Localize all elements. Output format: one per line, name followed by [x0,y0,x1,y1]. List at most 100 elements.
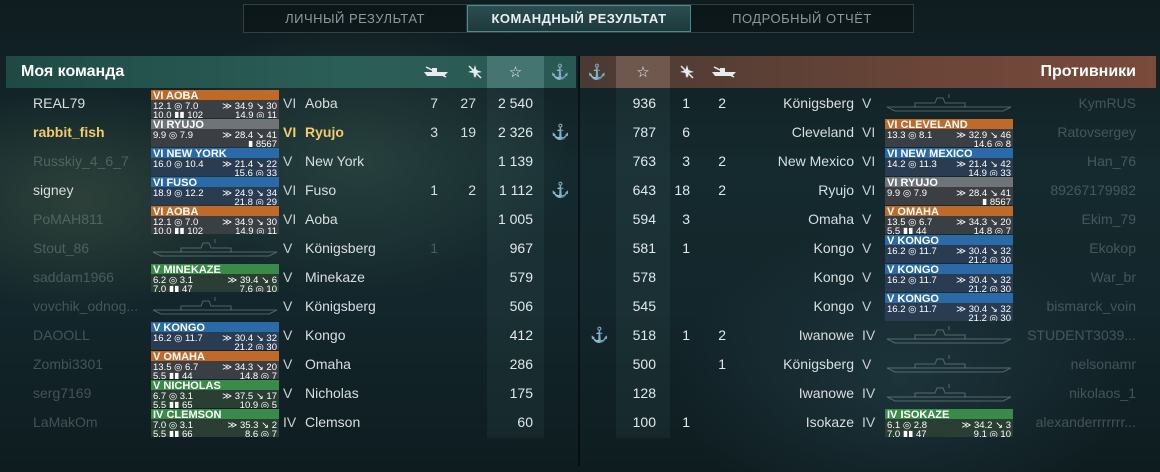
ship-stats-value: 21.2 ◎ 30 [234,342,277,350]
base-experience: 2 326 [497,124,533,140]
table-row[interactable]: Russkiy_4_6_7 VI NEW YORK 16.0 ◎ 10.4 ≫ 21.… [0,147,578,176]
player-name[interactable]: Ekim_79 [1010,205,1136,234]
table-row[interactable]: 128 Iwanowe IV nikolaos_1 [580,379,1156,408]
player-name[interactable]: Stout_86 [33,234,148,263]
table-row[interactable]: PoMAH811 VI AOBA 12.1 ◎ 7.0 ≫ 34.9 ↘ 30 10.0… [0,205,578,234]
anchor-icon [551,379,567,408]
table-row[interactable]: Stout_86 V Königsberg 1 967 [0,234,578,263]
tab-detailed-report[interactable]: ПОДРОБНЫЙ ОТЧЁТ [691,5,913,32]
tab-personal-result[interactable]: ЛИЧНЫЙ РЕЗУЛЬТАТ [244,5,467,32]
ship-kills-icon[interactable] [416,56,456,88]
ship-stats-line: 10.0 ▮▮ 102 14.9 ◎ 11 [153,227,277,234]
player-name[interactable]: nikolaos_1 [1010,379,1136,408]
ship-stats-value: 14.9 ◎ 11 [235,226,277,234]
ship-kills-icon[interactable] [704,56,744,88]
anchor-icon [590,379,606,408]
player-name[interactable]: Russkiy_4_6_7 [33,147,148,176]
table-row[interactable]: saddam1966 V MINEKAZE 6.2 ◎ 3.1 ≫ 39.4 ↘ 67… [0,263,578,292]
player-name[interactable]: Han_76 [1010,147,1136,176]
table-row[interactable]: 763 3 2 New Mexico VI VI NEW MEXICO 14.2 ◎ 11.… [580,147,1156,176]
ship-name: Ryujo [818,182,854,198]
player-name[interactable]: KymRUS [1010,89,1136,118]
table-row[interactable]: vovchik_odnog... V Königsberg 506 [0,292,578,321]
table-row[interactable]: 936 1 2 Königsberg V KymRUS [580,89,1156,118]
player-name[interactable]: rabbit_fish [33,118,148,147]
player-name[interactable]: Ekokop [1010,234,1136,263]
player-name[interactable]: bismarck_voin [1010,292,1136,321]
anchor-icon[interactable]: ⚓ [580,56,614,88]
ship-name: Aoba [305,95,338,111]
player-name[interactable]: DAOOLL [33,321,148,350]
anchor-icon [551,350,567,379]
table-row[interactable]: 581 1 Kongo V V KONGO 16.2 ◎ 11.7 ≫ 30.4 ↘ 32 2… [580,234,1156,263]
ship-stats-card: V KONGO 16.2 ◎ 11.7 ≫ 30.4 ↘ 32 21.2 ◎ 30 [885,293,1013,321]
table-row[interactable]: ⚓ 518 1 2 Iwanowe IV STUDENT3039... [580,321,1156,350]
table-row[interactable]: 578 Kongo V V KONGO 16.2 ◎ 11.7 ≫ 30.4 ↘ 32 21… [580,263,1156,292]
player-name[interactable]: Ratovsergey [1010,118,1136,147]
player-name[interactable]: LaMakOm [33,408,148,437]
ship-stats-card: V OMAHA 13.5 ◎ 6.7 ≫ 34.3 ↘ 20 5.5 ▮▮ 44 14.… [151,351,279,379]
ship-stats-card: VI RYUJO 9.9 ◎ 7.9 ≫ 28.4 ↘ 41 ▮ 8567 [885,177,1013,205]
ships-destroyed [704,263,726,292]
player-name[interactable]: Zombi3301 [33,350,148,379]
player-name[interactable]: serg7169 [33,379,148,408]
star-icon[interactable]: ☆ [487,56,544,88]
ship-stats-value: 16.2 ◎ 11.7 [153,333,203,344]
player-name[interactable]: saddam1966 [33,263,148,292]
anchor-icon [551,263,567,292]
ship-stats-value: 16.2 ◎ 11.7 [887,246,937,257]
table-row[interactable]: Zombi3301 V OMAHA 13.5 ◎ 6.7 ≫ 34.3 ↘ 20 5.5… [0,350,578,379]
table-row[interactable]: signey VI FUSO 18.9 ◎ 12.2 ≫ 24.9 ↘ 34 21.8 … [0,176,578,205]
ship-tier: VI [862,153,876,169]
star-icon[interactable]: ☆ [616,56,670,88]
player-name[interactable]: 89267179982 [1010,176,1136,205]
table-row[interactable]: REAL79 VI AOBA 12.1 ◎ 7.0 ≫ 34.9 ↘ 30 10.0 ▮… [0,89,578,118]
player-name[interactable]: signey [33,176,148,205]
ship-stats-line: 7.0 ▮▮ 47 9.1 ◎ 10 [887,430,1011,437]
table-row[interactable]: 545 Kongo V V KONGO 16.2 ◎ 11.7 ≫ 30.4 ↘ 32 21… [580,292,1156,321]
ship-name: New York [305,153,365,169]
enemy-team-title: Противники [1040,63,1137,80]
player-name[interactable]: War_br [1010,263,1136,292]
player-name[interactable]: alexanderrrrrrr... [1010,408,1136,437]
base-experience: 579 [509,269,533,285]
anchor-icon [551,321,567,350]
ship-stats-line: ▮ 8567 [887,198,1011,205]
ship-stats-value: 14.9 ◎ 11 [235,110,277,118]
table-row[interactable]: 500 1 Königsberg Vnelsonamr [580,350,1156,379]
anchor-icon[interactable]: ⚓ [544,56,576,88]
tab-team-result[interactable]: КОМАНДНЫЙ РЕЗУЛЬТАТ [467,5,691,32]
player-name[interactable]: vovchik_odnog... [33,292,148,321]
ship-stats-value: 21.2 ◎ 30 [968,284,1011,292]
ship-stats-value: 14.6 ◎ 8 [973,139,1011,147]
anchor-icon: ⚓ [551,182,570,199]
ship-stats-card: VI RYUJO 9.9 ◎ 7.9 ≫ 28.4 ↘ 41 ▮ 8567 [151,119,279,147]
ships-destroyed [412,379,438,408]
table-row[interactable]: 643 18 2 Ryujo VI VI RYUJO 9.9 ◎ 7.9 ≫ 28.4 ↘ 4… [580,176,1156,205]
table-row[interactable]: 100 1 Isokaze IV IV ISOKAZE 6.1 ◎ 2.8 ≫ 34.2 ↘… [580,408,1156,437]
base-experience: 1 005 [497,211,533,227]
table-row[interactable]: serg7169 V NICHOLAS 6.7 ◎ 3.1 ≫ 37.5 ↘ 17 5.… [0,379,578,408]
player-name[interactable]: REAL79 [33,89,148,118]
table-row[interactable]: 594 3 Omaha V V OMAHA 13.5 ◎ 6.7 ≫ 34.3 ↘ 20 5.… [580,205,1156,234]
plane-kills-icon[interactable] [670,56,704,88]
ship-tier: V [862,211,872,227]
ship-name: Kongo [813,269,854,285]
player-name[interactable]: STUDENT3039... [1010,321,1136,350]
ships-destroyed [412,147,438,176]
table-row[interactable]: 787 6 Cleveland VI VI CLEVELAND 13.3 ◎ 8.1 ≫ 3… [580,118,1156,147]
table-row[interactable]: rabbit_fish VI RYUJO 9.9 ◎ 7.9 ≫ 28.4 ↘ 41 ▮… [0,118,578,147]
ship-name: New Mexico [777,153,854,169]
ship-tier: V [862,240,872,256]
table-row[interactable]: LaMakOm IV CLEMSON 7.0 ◎ 3.1 ≫ 35.3 ↘ 2 5.5 … [0,408,578,437]
base-experience: 545 [632,298,656,314]
ship-stats-card: IV CLEMSON 7.0 ◎ 3.1 ≫ 35.3 ↘ 2 5.5 ▮▮ 66 8.… [151,409,279,437]
ship-stats-card: VI FUSO 18.9 ◎ 12.2 ≫ 24.9 ↘ 34 21.8 ◎ 29 [151,177,279,205]
ship-stats-value: 21.8 ◎ 29 [234,197,277,205]
ship-stats-value: 7.0 ▮▮ 47 [153,284,193,292]
player-name[interactable]: nelsonamr [1010,350,1136,379]
player-name[interactable]: PoMAH811 [33,205,148,234]
table-row[interactable]: DAOOLL V KONGO 16.2 ◎ 11.7 ≫ 30.4 ↘ 32 21.2 … [0,321,578,350]
base-experience: 578 [632,269,656,285]
ship-name: Omaha [808,211,854,227]
